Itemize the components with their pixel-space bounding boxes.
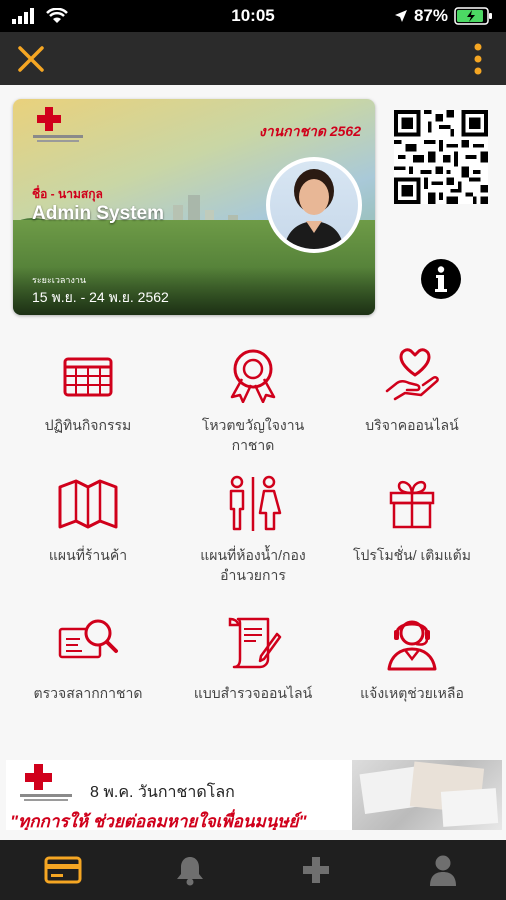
avatar bbox=[266, 157, 362, 253]
promo-banner[interactable]: 8 พ.ค. วันกาชาดโลก "ทุกการให้ ช่วยต่อลมห… bbox=[6, 760, 502, 830]
red-cross-logo bbox=[33, 107, 83, 142]
ribbon-award-icon bbox=[230, 349, 276, 403]
info-icon[interactable] bbox=[420, 258, 462, 300]
menu-item-vote[interactable]: โหวตขวัญใจงานกาชาด bbox=[169, 345, 337, 455]
card-name-label: ชื่อ - นามสกุล bbox=[32, 187, 103, 201]
card-icon bbox=[44, 856, 82, 884]
menu-item-label: แจ้งเหตุช่วยเหลือ bbox=[360, 685, 464, 701]
nav-tab-profile[interactable] bbox=[413, 840, 473, 900]
calendar-icon bbox=[63, 357, 113, 397]
menu-item-survey[interactable]: แบบสำรวจออนไลน์ bbox=[169, 613, 337, 703]
card-period-label: ระยะเวลางาน bbox=[32, 275, 87, 285]
menu-item-label: ตรวจสลากกาชาด bbox=[33, 685, 143, 701]
heart-hand-icon bbox=[385, 348, 439, 401]
map-icon bbox=[58, 479, 118, 529]
gift-icon bbox=[389, 480, 435, 529]
more-vertical-icon[interactable] bbox=[472, 42, 484, 76]
menu-item-label: แบบสำรวจออนไลน์ bbox=[193, 685, 313, 701]
banner-slogan: "ทุกการให้ ช่วยต่อลมหายใจเพื่อนมนุษย์" bbox=[10, 812, 307, 830]
qr-code[interactable] bbox=[394, 110, 488, 204]
menu-item-donate[interactable]: บริจาคออนไลน์ bbox=[328, 345, 496, 435]
menu-item-help-request[interactable]: แจ้งเหตุช่วยเหลือ bbox=[328, 613, 496, 703]
card-event-title: งานกาชาด 2562 bbox=[258, 123, 361, 139]
status-time: 10:05 bbox=[231, 6, 275, 25]
menu-item-label: บริจาคออนไลน์ bbox=[365, 417, 459, 433]
status-bar: 10:05 87% bbox=[0, 0, 506, 32]
nav-tab-card[interactable] bbox=[33, 840, 93, 900]
member-card[interactable]: งานกาชาด 2562 ชื่อ - นามสกุล Admin Syste… bbox=[13, 99, 375, 315]
menu-item-activity-calendar[interactable]: ปฏิทินกิจกรรม bbox=[4, 345, 172, 435]
menu-item-restroom-map[interactable]: แผนที่ห้องน้ำ/กองอำนวยการ bbox=[169, 475, 337, 585]
user-icon bbox=[429, 855, 456, 886]
card-member-name: Admin System bbox=[32, 203, 164, 224]
restroom-icon bbox=[229, 475, 282, 531]
nav-tab-add[interactable] bbox=[286, 840, 346, 900]
lottery-search-icon bbox=[58, 619, 118, 659]
menu-item-label: โหวตขวัญใจงานกาชาด bbox=[201, 417, 305, 453]
survey-scroll-icon bbox=[228, 617, 282, 669]
app-bar bbox=[0, 32, 506, 85]
card-period: 15 พ.ย. - 24 พ.ย. 2562 bbox=[32, 289, 169, 305]
support-agent-icon bbox=[387, 620, 437, 671]
menu-item-store-map[interactable]: แผนที่ร้านค้า bbox=[4, 475, 172, 565]
menu-item-label: โปรโมชั่น/ เติมแต้ม bbox=[353, 547, 471, 563]
bell-icon bbox=[176, 857, 203, 886]
plus-icon bbox=[303, 857, 330, 883]
bottom-nav bbox=[0, 840, 506, 900]
banner-title: 8 พ.ค. วันกาชาดโลก bbox=[90, 784, 235, 801]
close-icon[interactable] bbox=[16, 44, 46, 74]
menu-item-label: แผนที่ห้องน้ำ/กองอำนวยการ bbox=[200, 547, 306, 583]
menu-item-promotion[interactable]: โปรโมชั่น/ เติมแต้ม bbox=[328, 475, 496, 565]
menu-item-lottery-check[interactable]: ตรวจสลากกาชาด bbox=[4, 613, 172, 703]
red-cross-logo bbox=[20, 764, 72, 801]
nav-tab-notifications[interactable] bbox=[160, 840, 220, 900]
menu-item-label: ปฏิทินกิจกรรม bbox=[44, 417, 132, 433]
banner-photo bbox=[352, 760, 502, 830]
menu-item-label: แผนที่ร้านค้า bbox=[48, 547, 128, 563]
